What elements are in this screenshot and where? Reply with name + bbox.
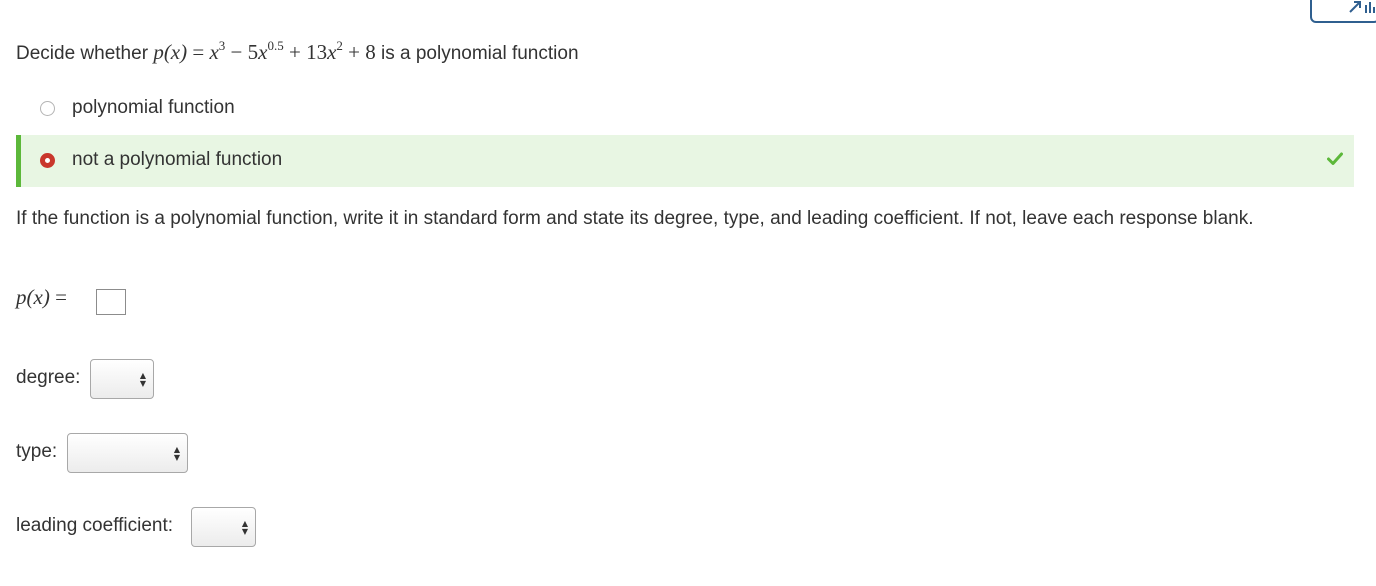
question-prefix: Decide whether [16, 43, 149, 64]
question-prompt: Decide whether p(x) = x3 − 5x0.5 + 13x2 … [16, 38, 579, 65]
function-expression: p(x) = x3 − 5x0.5 + 13x2 + 8 [153, 38, 376, 64]
chart-icon [1349, 1, 1375, 13]
leading-coefficient-select[interactable]: ▲ ▼ [191, 507, 256, 547]
radio-button-selected[interactable] [40, 153, 55, 168]
option-polynomial-function[interactable]: polynomial function [16, 83, 1354, 135]
instructions-text: If the function is a polynomial function… [16, 208, 1254, 229]
select-arrows-icon: ▲ ▼ [173, 445, 180, 462]
leading-coefficient-label: leading coefficient: [16, 515, 174, 536]
select-arrows-icon: ▲ ▼ [139, 371, 146, 388]
check-icon [1327, 152, 1343, 165]
standard-form-label: p(x) = [16, 285, 67, 309]
degree-select[interactable]: ▲ ▼ [90, 359, 154, 399]
question-suffix: is a polynomial function [381, 43, 579, 64]
type-label: type: [16, 441, 58, 462]
option-not-polynomial-function[interactable]: not a polynomial function [16, 135, 1354, 187]
option-label: polynomial function [72, 97, 235, 118]
degree-label: degree: [16, 367, 81, 388]
type-select[interactable]: ▲ ▼ [67, 433, 188, 473]
radio-button[interactable] [40, 101, 55, 116]
select-arrows-icon: ▲ ▼ [241, 519, 248, 536]
standard-form-input[interactable] [96, 289, 126, 315]
corner-tool-button[interactable] [1310, 0, 1376, 23]
option-label: not a polynomial function [72, 149, 283, 170]
